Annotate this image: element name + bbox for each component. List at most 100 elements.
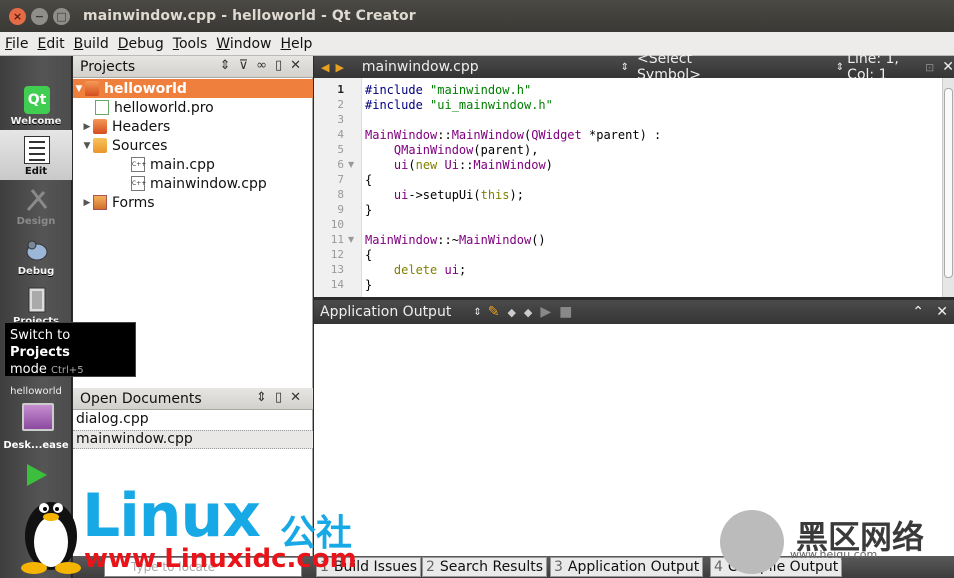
menu-debug[interactable]: Debug — [118, 36, 164, 52]
selector-arrows-icon[interactable]: ⇕ — [621, 62, 629, 73]
line-number: 12 — [330, 248, 344, 261]
open-documents-header: Open Documents ⇕▯✕ — [73, 388, 313, 410]
mode-design[interactable]: Design — [0, 180, 72, 230]
mode-label: Design — [16, 216, 56, 227]
filter-icon[interactable]: ⊽ — [239, 58, 257, 73]
menu-file[interactable]: File — [5, 36, 28, 52]
kit-selector-monitor-icon[interactable] — [22, 403, 54, 431]
mode-label: Debug — [17, 266, 55, 277]
code-line: MainWindow::~MainWindow() — [365, 233, 546, 247]
list-item[interactable]: dialog.cpp — [73, 411, 313, 430]
collapsed-arrow-icon[interactable]: ▶ — [81, 122, 93, 132]
selector-arrows-icon[interactable]: ⇕ — [220, 58, 239, 73]
minimize-window-button[interactable]: − — [31, 7, 48, 25]
scrollbar-thumb[interactable] — [944, 88, 953, 278]
close-icon[interactable]: ✕ — [290, 390, 309, 405]
tree-item-mainwindow-cpp[interactable]: C++ mainwindow.cpp — [73, 174, 313, 193]
output-pane-title: Application Output — [320, 304, 452, 320]
fold-marker-icon[interactable]: ▼ — [348, 235, 354, 244]
code-editor[interactable]: 1 #include "mainwindow.h" 2 #include "ui_ma… — [314, 78, 954, 297]
tree-item-label: helloworld — [104, 80, 187, 97]
close-icon[interactable]: ✕ — [942, 59, 954, 75]
line-number: 6 — [337, 158, 344, 171]
close-window-button[interactable]: × — [9, 7, 26, 25]
title-bar: × − □ mainwindow.cpp - helloworld - Qt C… — [0, 0, 954, 32]
tooltip-shortcut: Ctrl+5 — [51, 365, 84, 376]
mode-edit[interactable]: Edit — [0, 130, 72, 180]
menu-help[interactable]: Help — [281, 36, 313, 52]
menu-tools[interactable]: Tools — [173, 36, 208, 52]
tooltip-line2: mode — [10, 362, 47, 377]
close-icon[interactable]: ✕ — [936, 304, 948, 320]
tree-item-label: Sources — [112, 137, 168, 154]
selector-arrows-icon[interactable]: ⇕ — [256, 390, 275, 405]
tab-search-results[interactable]: 2 Search Results — [422, 557, 548, 577]
line-number: 11 — [330, 233, 344, 246]
rerun-icon[interactable]: ▶ — [540, 304, 551, 320]
selector-arrows-icon[interactable]: ⇕ — [836, 62, 844, 73]
split-icon[interactable]: ▯ — [275, 58, 290, 73]
tree-item-headers[interactable]: ▶ Headers — [73, 117, 313, 136]
kit-name-label: Desk...ease — [3, 440, 69, 451]
bug-icon — [24, 236, 50, 264]
open-documents-title: Open Documents — [80, 390, 202, 407]
link-icon[interactable]: ∞ — [256, 58, 275, 73]
projects-pane-title: Projects — [80, 58, 136, 75]
code-line: ui->setupUi(this); — [393, 188, 524, 202]
forms-folder-icon — [93, 195, 107, 210]
pro-file-icon — [95, 100, 109, 115]
mode-welcome[interactable]: Qt Welcome — [0, 80, 72, 130]
split-icon[interactable]: ▯ — [275, 390, 290, 405]
cpp-file-icon: C++ — [131, 176, 146, 191]
line-number: 10 — [330, 218, 344, 231]
tree-item-helloworld[interactable]: ▼ helloworld — [73, 79, 313, 98]
tab-label: Search Results — [439, 559, 544, 575]
collapsed-arrow-icon[interactable]: ▶ — [81, 198, 93, 208]
tree-item-label: Headers — [112, 118, 171, 135]
tab-number: 3 — [554, 559, 563, 575]
line-number: 8 — [337, 188, 344, 201]
next-item-icon[interactable]: ◆ — [524, 306, 532, 319]
prev-item-icon[interactable]: ◆ — [507, 306, 515, 319]
line-number: 3 — [337, 113, 344, 126]
document-icon — [24, 136, 50, 164]
selector-arrows-icon[interactable]: ⇕ — [473, 307, 481, 318]
nav-back-forward-icon[interactable]: ◀▶ — [321, 61, 350, 74]
tab-application-output[interactable]: 3 Application Output — [550, 557, 704, 577]
maximize-output-icon[interactable]: ⌃ — [912, 304, 924, 320]
menu-bar: File Edit Build Debug Tools Window Help — [0, 32, 954, 56]
fold-marker-icon[interactable]: ▼ — [348, 160, 354, 169]
menu-window[interactable]: Window — [216, 36, 271, 52]
code-line: ui(new Ui::MainWindow) — [393, 158, 553, 172]
tree-item-forms[interactable]: ▶ Forms — [73, 193, 313, 212]
tree-item-label: Forms — [112, 194, 155, 211]
list-item[interactable]: mainwindow.cpp — [73, 430, 313, 449]
menu-build[interactable]: Build — [74, 36, 109, 52]
tree-item-main-cpp[interactable]: C++ main.cpp — [73, 155, 313, 174]
stop-icon[interactable]: ■ — [559, 304, 572, 320]
close-icon[interactable]: ✕ — [290, 58, 309, 73]
clear-output-icon[interactable]: ✎ — [488, 304, 500, 320]
editor-file-combo[interactable]: mainwindow.cpp — [362, 59, 479, 75]
mushroom-logo-icon — [720, 510, 784, 574]
code-line: } — [365, 203, 373, 217]
mode-tooltip: Switch to Projects mode Ctrl+5 — [4, 322, 136, 377]
tree-item-sources[interactable]: ▼ Sources — [73, 136, 313, 155]
maximize-window-button[interactable]: □ — [53, 7, 70, 25]
output-pane-header: Application Output ⇕ ✎ ◆ ◆ ▶ ■ ⌃ ✕ — [314, 300, 954, 324]
mode-debug[interactable]: Debug — [0, 230, 72, 280]
line-number: 9 — [337, 203, 344, 216]
menu-edit[interactable]: Edit — [37, 36, 64, 52]
tooltip-bold: Projects — [10, 345, 70, 360]
window-title: mainwindow.cpp - helloworld - Qt Creator — [83, 8, 416, 24]
line-number: 5 — [337, 143, 344, 156]
line-number: 14 — [330, 278, 344, 291]
tab-number: 2 — [426, 559, 435, 575]
expanded-arrow-icon[interactable]: ▼ — [81, 141, 93, 151]
expanded-arrow-icon[interactable]: ▼ — [73, 84, 85, 94]
run-icon[interactable] — [27, 464, 47, 486]
tree-item-pro-file[interactable]: helloworld.pro — [73, 98, 313, 117]
projects-pane-header: Projects ⇕⊽∞▯✕ — [73, 56, 313, 78]
lock-icon[interactable]: ⊡ — [925, 61, 934, 74]
editor-scrollbar[interactable] — [942, 78, 954, 297]
